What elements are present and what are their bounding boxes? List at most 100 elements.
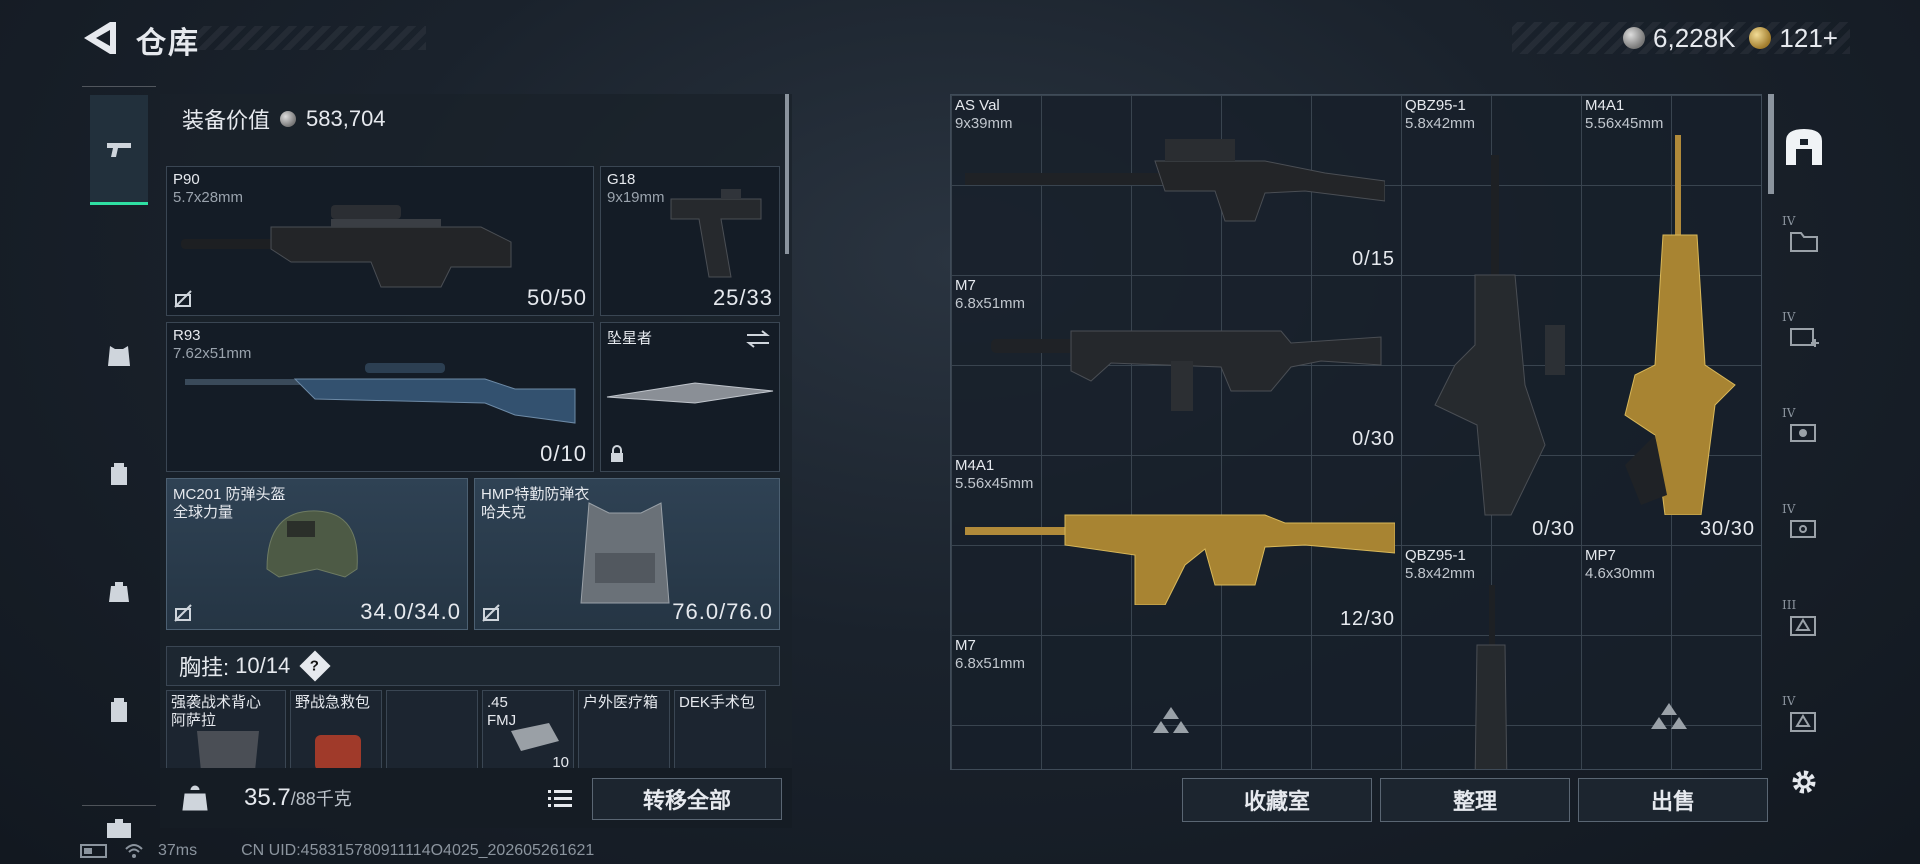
item-name: MP7	[1585, 547, 1616, 564]
rig-icon	[197, 731, 259, 769]
item-caliber: 4.6x30mm	[1585, 565, 1656, 582]
ping: 37ms	[158, 842, 198, 859]
rail-item-weapons[interactable]	[90, 95, 148, 205]
stack-indicator-icon	[1651, 703, 1687, 729]
helmet-brand: 全球力量	[173, 504, 234, 521]
rail-item-armor[interactable]	[90, 327, 148, 385]
transfer-all-button[interactable]: 转移全部	[592, 778, 782, 820]
rail-item-container-iv[interactable]: IV	[1776, 692, 1832, 748]
slot-empty[interactable]	[386, 690, 478, 770]
help-icon[interactable]: ?	[299, 650, 331, 682]
storage-item[interactable]: M4A1 5.56x45mm 12/30	[951, 455, 1401, 635]
no-insure-icon	[482, 604, 500, 622]
rail-item-folder[interactable]: IV	[1776, 212, 1832, 268]
currency-silver[interactable]: 6,228K	[1623, 23, 1735, 54]
silver-coin-icon	[1623, 27, 1646, 49]
gold-rifle-icon	[965, 514, 1395, 605]
tier-tag: IV	[1782, 502, 1796, 516]
settings-button[interactable]	[1776, 754, 1832, 810]
item-caliber: 6.8x51mm	[955, 655, 1026, 672]
slot-body-armor[interactable]: HMP特勤防弹衣 哈夫克 76.0/76.0	[474, 478, 780, 630]
lock-icon	[611, 445, 623, 462]
case-icon	[111, 698, 127, 722]
slot-secondary-weapon[interactable]: R93 7.62x51mm 0/10	[166, 322, 594, 472]
item-caliber: 5.56x45mm	[1585, 115, 1664, 132]
chest-rig-bar[interactable]: 胸挂: 10/14 ?	[166, 646, 780, 686]
item-name: DEK手术包	[679, 694, 755, 711]
g18-icon	[670, 189, 762, 278]
chest-rig-label: 胸挂:	[179, 655, 230, 680]
storage-scrollbar[interactable]	[1768, 94, 1774, 194]
slot-helmet[interactable]: MC201 防弹头盔 全球力量 34.0/34.0	[166, 478, 468, 630]
list-icon[interactable]	[544, 782, 576, 814]
slot-sidearm[interactable]: G18 9x19mm 25/33	[600, 166, 780, 316]
ammo-count: 0/15	[1352, 248, 1395, 270]
swap-icon[interactable]	[745, 329, 771, 349]
rail-item-container-iii[interactable]: III	[1776, 596, 1832, 652]
storage-item[interactable]: M7 6.8x51mm	[951, 635, 1401, 769]
back-arrow-icon	[84, 22, 116, 54]
weapon-caliber: 9x19mm	[607, 189, 665, 206]
tier-tag: IV	[1782, 214, 1796, 228]
folder-icon	[1790, 232, 1818, 252]
rail-item-pouch[interactable]	[90, 563, 148, 621]
rail-item-storage[interactable]	[1776, 112, 1832, 182]
melee-name: 坠星者	[607, 330, 653, 347]
weight-max: /88千克	[290, 789, 352, 809]
slot-chest-rig[interactable]: 强袭战术背心 阿萨拉	[166, 690, 286, 770]
bullpup-rifle-icon	[1434, 155, 1565, 516]
silver-coin-icon	[280, 111, 297, 127]
stack-indicator-icon	[1153, 707, 1189, 733]
durability: 76.0/76.0	[672, 599, 773, 624]
weight-icon	[170, 773, 220, 823]
slot-item-medkit[interactable]: 野战急救包	[290, 690, 382, 770]
bullpup-rifle-icon	[1474, 585, 1508, 769]
item-name: 野战急救包	[295, 694, 371, 711]
knife-icon	[606, 382, 774, 404]
rifle-icon	[991, 330, 1382, 411]
weapon-name: G18	[607, 171, 636, 188]
item-name: M4A1	[1585, 97, 1625, 114]
storage-grid[interactable]: AS Val 9x39mm 0/15 QBZ95-1 5.8x42mm 0/30…	[950, 94, 1762, 770]
loadout-scrollbar[interactable]	[785, 94, 789, 254]
equipment-value-amount: 583,704	[306, 106, 386, 131]
rail-item-backpack[interactable]	[90, 445, 148, 503]
p90-icon	[181, 205, 512, 288]
storage-item[interactable]: AS Val 9x39mm 0/15	[951, 95, 1401, 275]
item-caliber: 5.8x42mm	[1405, 565, 1476, 582]
sort-button[interactable]: 整理	[1380, 778, 1570, 822]
item-name: AS Val	[955, 97, 1000, 114]
vest-icon	[580, 502, 670, 604]
ammo-count: 0/10	[540, 441, 587, 466]
ammo-count: 30/30	[1699, 518, 1755, 540]
rail-item-case[interactable]	[90, 681, 148, 739]
collection-room-button[interactable]: 收藏室	[1182, 778, 1372, 822]
loadout-panel: 装备价值 583,704 P90 5.7x28mm 50/50 G18 9x19…	[160, 94, 792, 828]
storage-item[interactable]: M4A1 5.56x45mm 30/30	[1581, 95, 1761, 545]
rail-item-medkit[interactable]: IV	[1776, 308, 1832, 364]
storage-icon	[1786, 129, 1822, 165]
item-name: QBZ95-1	[1405, 547, 1466, 564]
slot-melee[interactable]: 坠星者	[600, 322, 780, 472]
equipment-value: 装备价值 583,704	[160, 94, 782, 144]
rail-item-ammo[interactable]: IV	[1776, 500, 1832, 556]
sell-button[interactable]: 出售	[1578, 778, 1768, 822]
storage-item[interactable]: MP7 4.6x30mm	[1581, 545, 1761, 769]
camera-tools-icon	[1790, 424, 1816, 442]
slot-item-surgery-kit[interactable]: DEK手术包	[674, 690, 766, 770]
storage-item[interactable]: QBZ95-1 5.8x42mm	[1401, 545, 1581, 769]
ammo-count: 25/33	[712, 285, 773, 310]
storage-item[interactable]: QBZ95-1 5.8x42mm 0/30	[1401, 95, 1581, 545]
slot-primary-weapon[interactable]: P90 5.7x28mm 50/50	[166, 166, 594, 316]
slot-item-ammo[interactable]: .45 FMJ 10	[482, 690, 574, 770]
storage-actions: 收藏室 整理 出售	[1182, 778, 1768, 822]
chest-rig-capacity: 10/14	[235, 653, 291, 678]
back-button[interactable]	[80, 18, 120, 58]
slot-item-outdoor-medkit[interactable]: 户外医疗箱	[578, 690, 670, 770]
tier-tag: IV	[1782, 406, 1796, 420]
currency-gold[interactable]: 121+	[1749, 23, 1838, 54]
rail-item-tools[interactable]: IV	[1776, 404, 1832, 460]
storage-item[interactable]: M7 6.8x51mm 0/30	[951, 275, 1401, 455]
rifle-icon	[965, 139, 1385, 222]
gear-icon	[1792, 770, 1816, 794]
